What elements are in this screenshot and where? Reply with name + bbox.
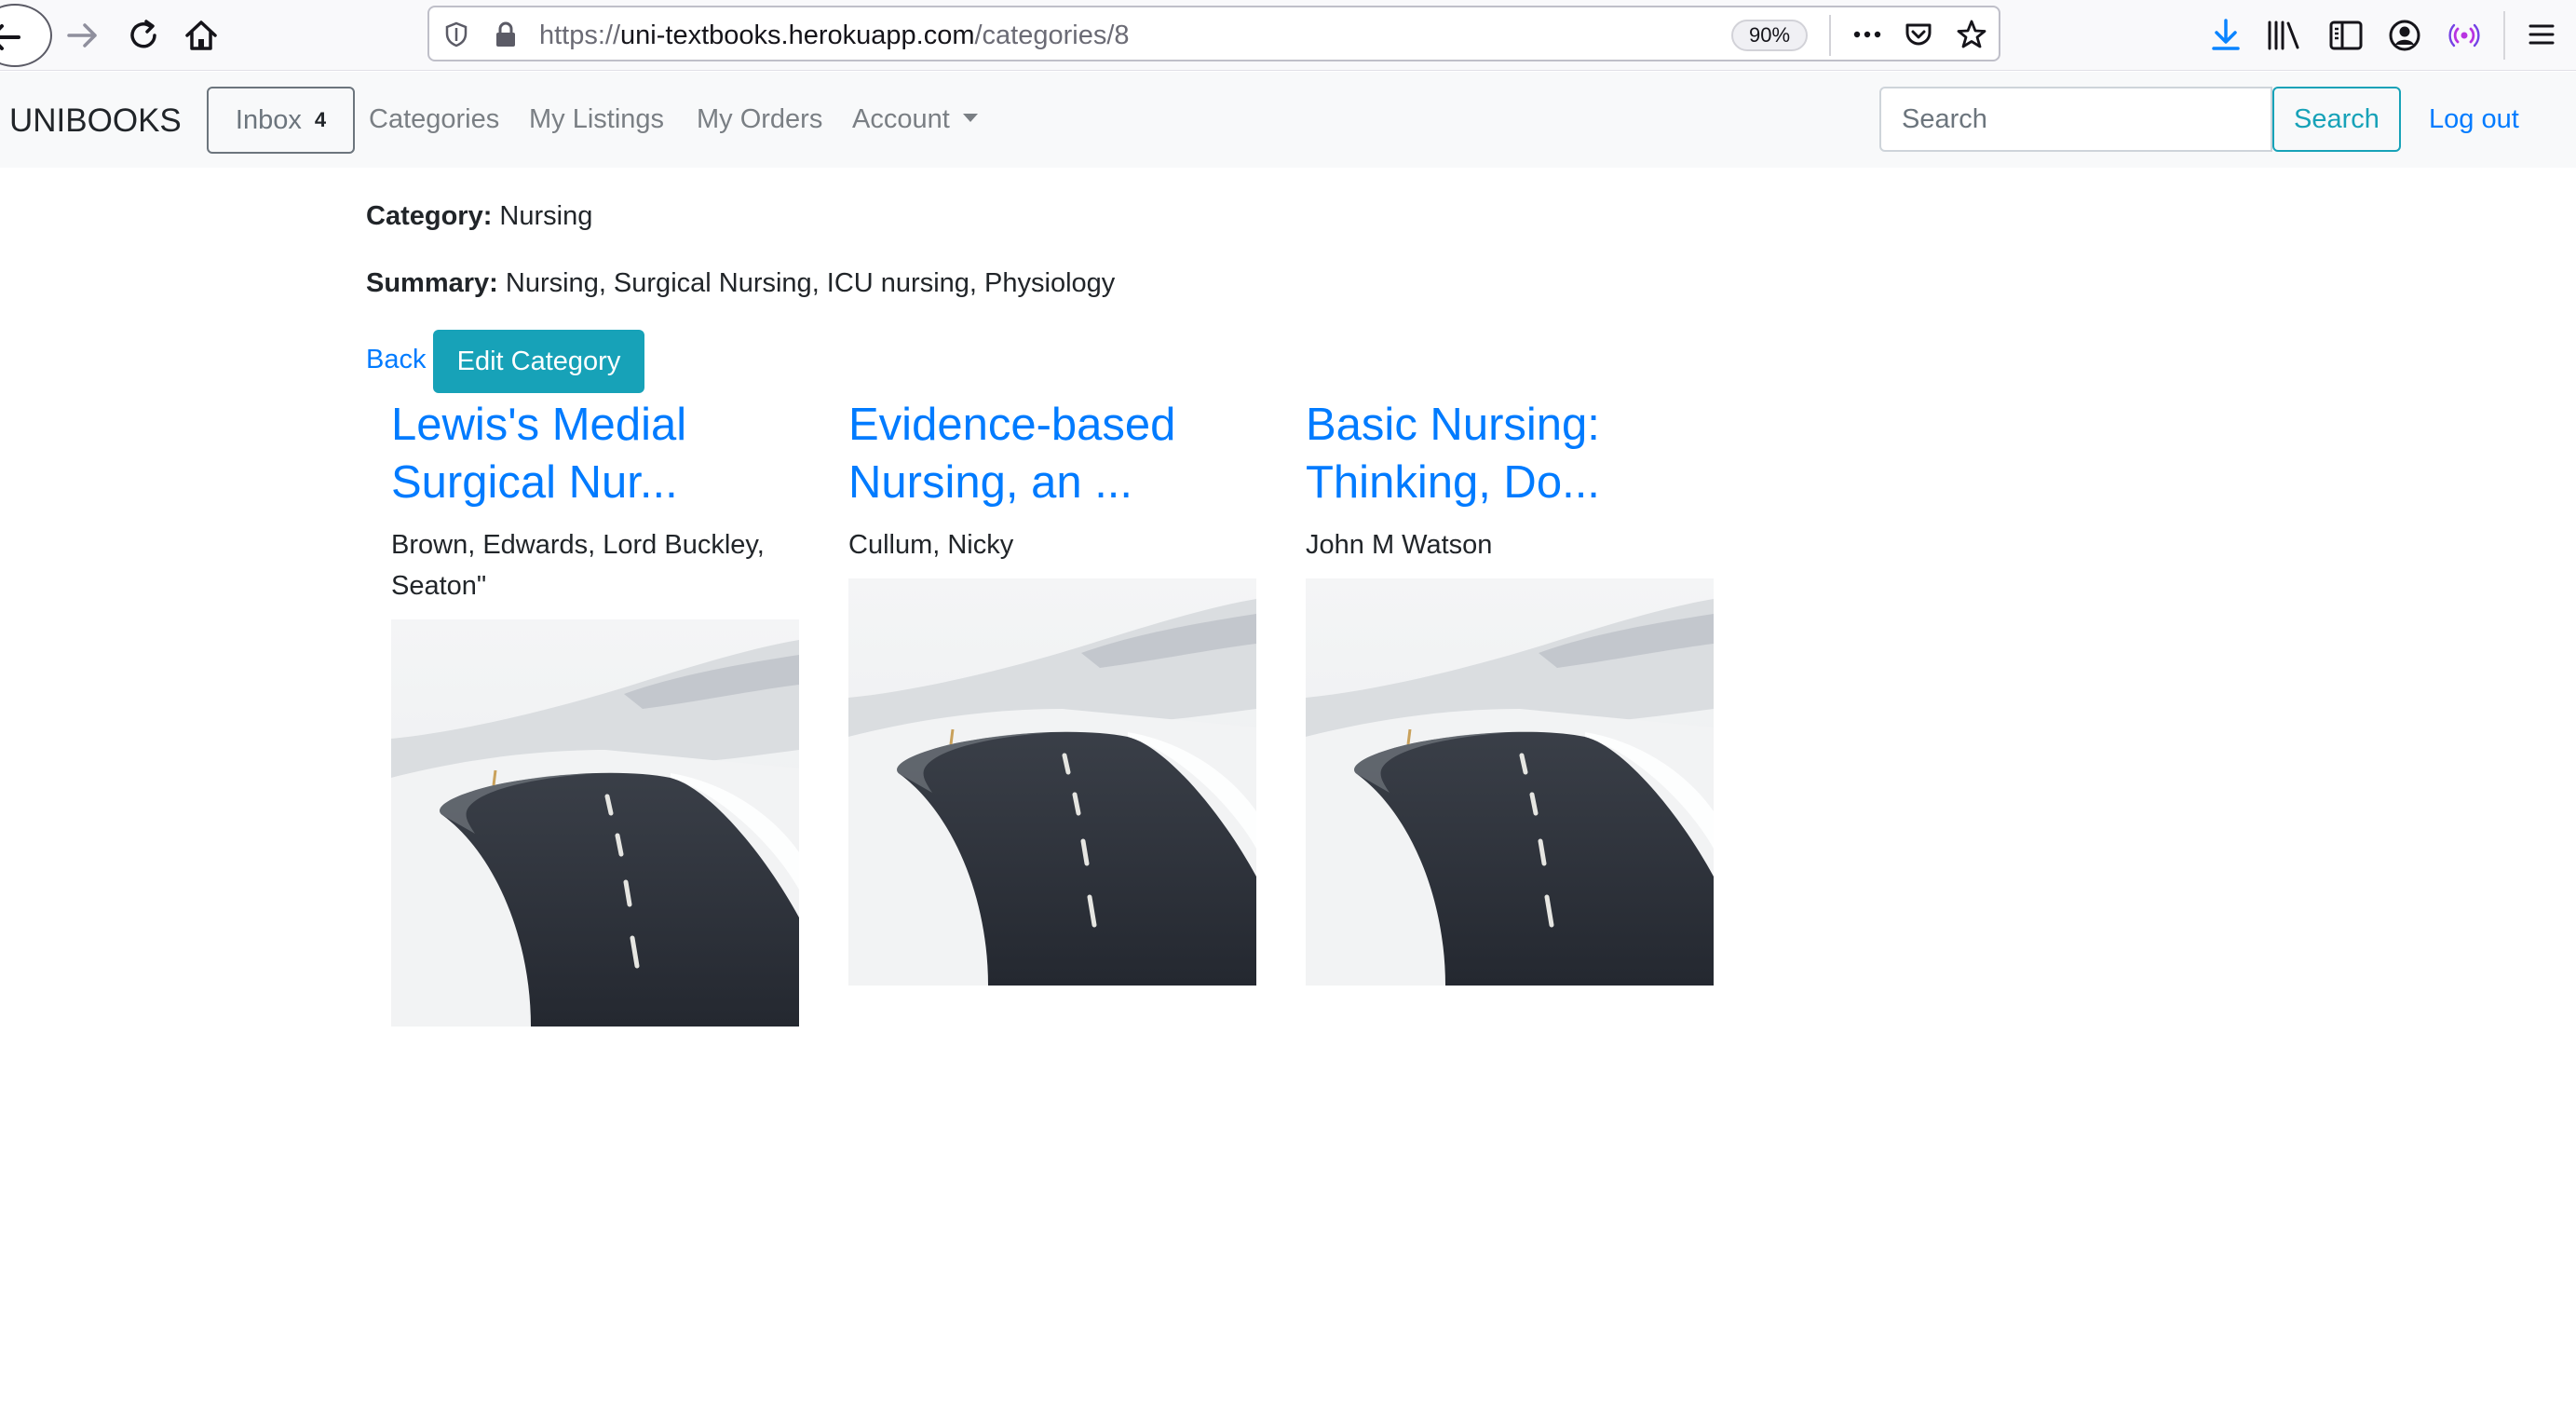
toolbar-divider xyxy=(2503,11,2505,60)
inbox-label: Inbox xyxy=(235,104,302,135)
lock-icon[interactable] xyxy=(493,20,519,48)
book-author: Brown, Edwards, Lord Buckley, Seaton" xyxy=(391,530,765,601)
url-path: /categories/8 xyxy=(974,20,1130,50)
account-icon[interactable] xyxy=(2386,17,2423,54)
summary-value: Nursing, Surgical Nursing, ICU nursing, … xyxy=(505,268,1116,298)
back-arrow-icon xyxy=(0,24,20,50)
category-value: Nursing xyxy=(499,201,593,231)
more-actions-icon[interactable] xyxy=(1851,20,1884,48)
book-author: John M Watson xyxy=(1306,530,1493,560)
inbox-count-badge: 4 xyxy=(314,108,327,131)
search-input[interactable] xyxy=(1879,87,2272,152)
url-scheme: https:// xyxy=(539,20,621,50)
nav-dropdown-account[interactable]: Account xyxy=(852,104,978,135)
extension-icon[interactable] xyxy=(2447,19,2481,52)
download-icon[interactable] xyxy=(2209,17,2243,54)
url-divider xyxy=(1829,15,1831,56)
home-icon xyxy=(185,20,217,50)
inbox-button[interactable]: Inbox 4 xyxy=(207,87,355,154)
back-link[interactable]: Back xyxy=(366,345,426,375)
book-title-link[interactable]: Evidence-based Nursing, an ... xyxy=(848,396,1258,511)
url-host: uni-textbooks.herokuapp.com xyxy=(620,20,975,50)
library-icon[interactable] xyxy=(2265,19,2302,52)
zoom-indicator[interactable]: 90% xyxy=(1731,20,1808,51)
bookmark-star-icon[interactable] xyxy=(1955,18,1988,51)
logout-link[interactable]: Log out xyxy=(2429,104,2519,135)
brand-logo[interactable]: UNIBOOKS xyxy=(9,102,182,140)
book-card: Evidence-based Nursing, an ... Cullum, N… xyxy=(848,396,1258,986)
reload-icon xyxy=(130,20,156,48)
nav-link-my-orders[interactable]: My Orders xyxy=(697,104,822,135)
category-label: Category: xyxy=(366,201,493,231)
book-cover-image[interactable] xyxy=(848,578,1256,986)
edit-category-button[interactable]: Edit Category xyxy=(433,330,644,393)
pocket-icon[interactable] xyxy=(1903,19,1934,50)
book-cover-image[interactable] xyxy=(1306,578,1714,986)
forward-button[interactable] xyxy=(60,13,104,58)
caret-down-icon xyxy=(962,113,978,122)
url-bar[interactable]: https://uni-textbooks.herokuapp.com/cate… xyxy=(427,6,2000,61)
home-button[interactable] xyxy=(179,13,224,58)
book-title-link[interactable]: Basic Nursing: Thinking, Do... xyxy=(1306,396,1715,511)
sidebar-icon[interactable] xyxy=(2328,19,2364,52)
url-text[interactable]: https://uni-textbooks.herokuapp.com/cate… xyxy=(539,20,1130,51)
category-line: Category: Nursing xyxy=(366,201,592,232)
book-title-link[interactable]: Lewis's Medial Surgical Nur... xyxy=(391,396,801,511)
back-button[interactable] xyxy=(0,4,52,67)
site-navbar: UNIBOOKS Inbox 4 Categories My Listings … xyxy=(0,72,2576,168)
nav-link-my-listings[interactable]: My Listings xyxy=(529,104,664,135)
book-card: Basic Nursing: Thinking, Do... John M Wa… xyxy=(1306,396,1715,986)
book-card: Lewis's Medial Surgical Nur... Brown, Ed… xyxy=(391,396,801,1027)
reload-button[interactable] xyxy=(121,13,166,58)
summary-label: Summary: xyxy=(366,268,498,298)
nav-link-categories[interactable]: Categories xyxy=(369,104,499,135)
forward-arrow-icon xyxy=(67,23,97,48)
browser-toolbar: https://uni-textbooks.herokuapp.com/cate… xyxy=(0,0,2576,71)
search-button[interactable]: Search xyxy=(2272,87,2401,152)
menu-icon[interactable] xyxy=(2528,20,2556,48)
summary-line: Summary: Nursing, Surgical Nursing, ICU … xyxy=(366,268,1115,299)
book-author: Cullum, Nicky xyxy=(848,530,1014,560)
book-cover-image[interactable] xyxy=(391,619,799,1027)
shield-icon[interactable] xyxy=(442,20,470,48)
account-label: Account xyxy=(852,104,950,134)
